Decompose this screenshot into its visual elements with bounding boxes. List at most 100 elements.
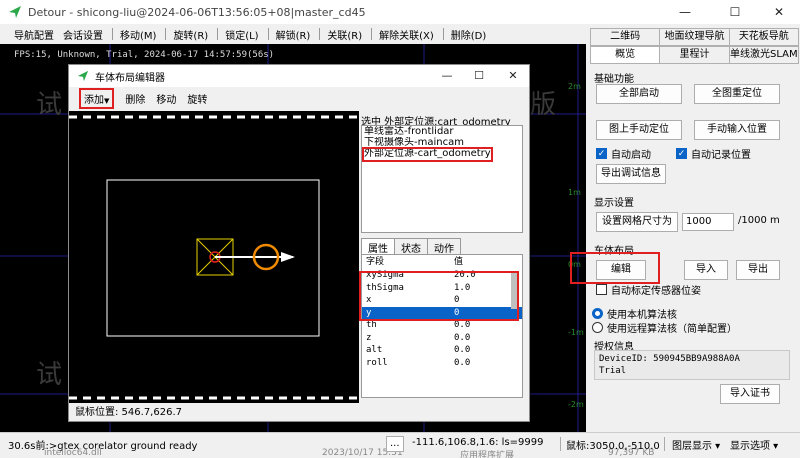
menu-rotate[interactable]: 旋转(R) (173, 27, 208, 42)
layer-display-menu[interactable]: 图层显示 ▾ (672, 437, 720, 452)
start-all-button[interactable]: 全部启动 (596, 84, 682, 104)
checkbox-box (596, 284, 607, 295)
menu-session[interactable]: 会话设置 (63, 27, 103, 42)
table-row[interactable]: alt 0.0 (362, 344, 522, 357)
auto-calibrate-checkbox[interactable]: 自动标定传感器位姿 (596, 282, 701, 297)
auto-start-checkbox[interactable]: ✓ 自动启动 (596, 146, 651, 161)
table-row[interactable]: z 0.0 (362, 332, 522, 345)
maximize-button[interactable]: ☐ (712, 0, 758, 24)
grid-size-input[interactable]: 1000 (682, 213, 734, 231)
group-title-display: 显示设置 (594, 198, 634, 209)
auto-start-label: 自动启动 (611, 150, 651, 161)
export-debug-button[interactable]: 导出调试信息 (596, 164, 666, 184)
dialog-close-button[interactable]: ✕ (497, 65, 529, 87)
grid-label: -2m (568, 400, 584, 409)
status-separator (664, 437, 665, 451)
menu-separator (217, 28, 219, 40)
remote-algo-radio[interactable]: 使用远程算法核（简单配置） (592, 320, 737, 335)
tab-ground-texture[interactable]: 地面纹理导航 (659, 28, 730, 46)
table-row[interactable]: roll 0.0 (362, 357, 522, 370)
property-value[interactable]: 0.0 (450, 332, 510, 345)
set-grid-size-button[interactable]: 设置网格尺寸为 (596, 212, 678, 232)
property-value[interactable]: 0.0 (450, 357, 510, 370)
app-window: Detour - shicong-liu@2024-06-06T13:56:05… (0, 0, 800, 458)
grid-label: 1m (568, 188, 581, 197)
move-button[interactable]: 移动 (156, 91, 176, 106)
menu-bar: 导航配置 会话设置 移动(M) 旋转(R) 锁定(L) 解锁(R) 关联(R) … (0, 24, 580, 44)
tab-actions[interactable]: 动作 (427, 238, 461, 255)
delete-button[interactable]: 删除 (125, 91, 145, 106)
menu-move[interactable]: 移动(M) (120, 27, 156, 42)
import-cert-button[interactable]: 导入证书 (720, 384, 780, 404)
dialog-title-bar: 车体布局编辑器 — ☐ ✕ (69, 65, 529, 87)
menu-unlock[interactable]: 解锁(R) (276, 27, 311, 42)
window-title: Detour - shicong-liu@2024-06-06T13:56:05… (28, 5, 366, 19)
display-options-menu[interactable]: 显示选项 ▾ (730, 437, 778, 452)
pose-readout: -111.6,106.8,1.6: ls=9999 (412, 437, 544, 448)
manual-locate-button[interactable]: 图上手动定位 (596, 120, 682, 140)
table-header: 字段 值 (362, 255, 522, 269)
menu-nav-config[interactable]: 导航配置 (14, 27, 54, 42)
tab-ceiling[interactable]: 天花板导航 (728, 28, 799, 46)
radio-dot (592, 308, 603, 319)
device-id: DeviceID: 590945BB9A988A0A (599, 354, 740, 364)
tab-properties[interactable]: 属性 (361, 238, 395, 255)
property-key: roll (366, 357, 388, 368)
tab-row-top: 二维码 地面纹理导航 天花板导航 (590, 28, 799, 46)
tab-qrcode[interactable]: 二维码 (590, 28, 661, 46)
checkmark-icon: ✓ (596, 148, 607, 159)
property-key: z (366, 332, 372, 343)
remote-algo-label: 使用远程算法核（简单配置） (607, 324, 737, 335)
fps-readout: FPS:15, Unknown, Trial, 2024-06-17 14:57… (14, 50, 275, 60)
dialog-side-panel: 选中 外部定位源:cart_odometry 单线雷达-frontlidar 下… (359, 111, 527, 403)
detour-logo-icon (77, 70, 89, 82)
menu-disassociate[interactable]: 解除关联(X) (379, 27, 434, 42)
selection-highlight (362, 147, 493, 162)
menu-separator (442, 28, 444, 40)
license-type: Trial (599, 366, 627, 376)
menu-separator (319, 28, 321, 40)
tab-lidar-slam[interactable]: 单线激光SLAM (728, 46, 799, 64)
right-panel: 二维码 地面纹理导航 天花板导航 概览 里程计 单线激光SLAM 基础功能 全部… (586, 24, 800, 432)
import-layout-button[interactable]: 导入 (684, 260, 728, 280)
more-button[interactable]: ... (386, 436, 404, 452)
detour-logo-icon (9, 6, 21, 18)
menu-delete[interactable]: 删除(D) (451, 27, 487, 42)
dialog-maximize-button[interactable]: ☐ (463, 65, 495, 87)
dialog-status-bar: 鼠标位置: 546.7,626.7 (75, 407, 182, 418)
local-algo-radio[interactable]: 使用本机算法核 (592, 306, 677, 321)
dialog-minimize-button[interactable]: — (431, 65, 463, 87)
background-file-type: 应用程序扩展 (460, 451, 515, 458)
export-layout-button[interactable]: 导出 (736, 260, 780, 280)
grid-unit-label: /1000 m (738, 215, 780, 226)
background-file-name: intelloc64.dll (44, 448, 102, 458)
dialog-toolbar: 添加▼ 删除 移动 旋转 (69, 87, 529, 109)
tab-state[interactable]: 状态 (394, 238, 428, 255)
manual-input-button[interactable]: 手动输入位置 (694, 120, 780, 140)
layout-canvas[interactable] (69, 111, 359, 403)
list-item[interactable]: 单线雷达-frontlidar (362, 126, 522, 137)
auto-record-label: 自动记录位置 (691, 150, 751, 161)
vehicle-layout-editor-dialog: 车体布局编辑器 — ☐ ✕ 添加▼ 删除 移动 旋转 选中 外部定位源:cart… (68, 64, 530, 422)
auto-record-checkbox[interactable]: ✓ 自动记录位置 (676, 146, 751, 161)
mouse-position: 鼠标:3050.0,-510.0 (566, 441, 660, 452)
tab-overview[interactable]: 概览 (590, 46, 661, 64)
properties-highlight (359, 271, 519, 321)
menu-lock[interactable]: 锁定(L) (225, 27, 258, 42)
menu-associate[interactable]: 关联(R) (327, 27, 362, 42)
grid-label: 2m (568, 82, 581, 91)
log-message: 30.6s前:>gtex corelator ground ready (8, 441, 198, 452)
minimize-button[interactable]: — (662, 0, 708, 24)
reset-all-button[interactable]: 全图重定位 (694, 84, 780, 104)
close-button[interactable]: ✕ (756, 0, 800, 24)
property-key: alt (366, 345, 383, 355)
tab-odometry[interactable]: 里程计 (659, 46, 730, 64)
checkmark-icon: ✓ (676, 148, 687, 159)
sensor-list[interactable]: 单线雷达-frontlidar 下视摄像头-maincam 外部定位源-cart… (361, 125, 523, 233)
property-value[interactable]: 0.0 (450, 344, 510, 357)
column-header-value: 值 (454, 257, 464, 267)
add-dropdown-button[interactable]: 添加▼ (79, 87, 115, 109)
rotate-button[interactable]: 旋转 (187, 91, 207, 106)
property-tabs: 属性 状态 动作 (361, 238, 523, 255)
edit-button-highlight (570, 252, 660, 284)
